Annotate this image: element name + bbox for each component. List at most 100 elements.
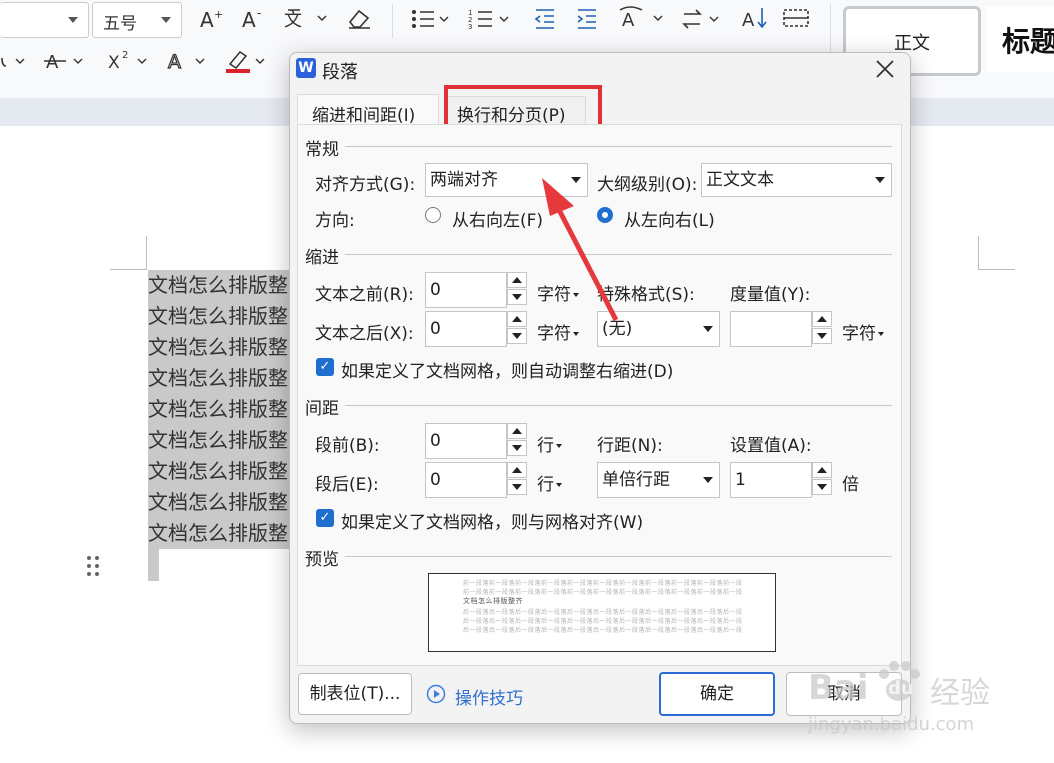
space-after-input[interactable]: 0 <box>425 462 507 498</box>
measure-input[interactable] <box>730 311 812 347</box>
document-line[interactable]: 文档怎么排版整齐 <box>148 394 289 425</box>
style-heading-label: 标题 <box>1002 25 1054 58</box>
indent-after-input[interactable]: 0 <box>425 311 507 347</box>
decrease-indent-icon[interactable] <box>532 6 558 32</box>
tab-indent-spacing-label: 缩进和间距(I) <box>312 106 416 126</box>
indent-before-up[interactable] <box>507 272 527 288</box>
measure-up[interactable] <box>812 311 832 327</box>
indent-after-down[interactable] <box>507 328 527 344</box>
line-spacing-icon[interactable] <box>680 6 722 32</box>
rtl-radio[interactable] <box>425 207 441 223</box>
indent-before-input[interactable]: 0 <box>425 272 507 308</box>
font-size-combo[interactable]: 五号 <box>92 2 182 38</box>
space-after-up[interactable] <box>507 462 527 478</box>
underline-dropdown-icon[interactable] <box>0 48 30 74</box>
measure-label: 度量值(Y): <box>730 285 811 305</box>
sort-icon[interactable]: A <box>742 4 770 32</box>
set-value-unit: 倍 <box>842 475 859 495</box>
spin-down-icon <box>512 484 522 490</box>
watermark-url: jingyan.baidu.com <box>808 714 975 735</box>
font-shrink-icon[interactable]: A- <box>240 6 266 32</box>
auto-adjust-checkbox[interactable]: ✓ <box>316 358 334 376</box>
spin-up-icon <box>512 428 522 434</box>
spin-down-icon <box>817 484 827 490</box>
outline-select[interactable]: 正文文本 <box>701 163 892 197</box>
phonetic-guide-icon[interactable]: 文 <box>284 4 328 32</box>
text-direction-icon[interactable]: A <box>618 4 664 32</box>
bullet-list-icon[interactable] <box>410 6 450 32</box>
app-logo-icon: W <box>296 58 316 78</box>
clear-format-icon[interactable] <box>346 6 372 30</box>
indent-before-down[interactable] <box>507 289 527 305</box>
set-value-up[interactable] <box>812 462 832 478</box>
svg-text:A: A <box>742 10 755 31</box>
document-body: 文档怎么排版整齐 文档怎么排版整齐 文档怎么排版整齐 文档怎么排版整齐 文档怎么… <box>148 270 289 581</box>
increase-indent-icon[interactable] <box>574 6 600 32</box>
document-line[interactable]: 文档怎么排版整齐 <box>148 456 289 487</box>
ok-button[interactable]: 确定 <box>659 672 775 716</box>
play-circle-icon[interactable] <box>426 684 446 704</box>
svg-text:A: A <box>200 8 214 32</box>
tabs-button[interactable]: 制表位(T)... <box>298 673 412 715</box>
document-line[interactable]: 文档怎么排版整齐 <box>148 363 289 394</box>
watermark-brand-du: du <box>888 678 914 699</box>
spin-up-icon <box>817 467 827 473</box>
section-spacing: 间距 <box>305 394 345 419</box>
indent-after-up[interactable] <box>507 311 527 327</box>
measure-unit[interactable]: 字符 <box>842 319 884 344</box>
spin-down-icon <box>512 445 522 451</box>
chevron-down-icon <box>875 177 885 183</box>
svg-text:A: A <box>46 52 59 73</box>
text-effect-icon[interactable]: A <box>166 46 210 76</box>
space-before-down[interactable] <box>507 440 527 456</box>
close-icon[interactable] <box>874 58 896 80</box>
document-line[interactable]: 文档怎么排版整齐 <box>148 270 289 301</box>
font-name-combo[interactable] <box>0 2 89 38</box>
space-after-down[interactable] <box>507 479 527 495</box>
superscript-icon[interactable]: X2 <box>106 46 152 76</box>
set-value-input[interactable]: 1 <box>730 462 812 498</box>
show-marks-icon[interactable] <box>782 6 810 30</box>
highlight-color-icon[interactable] <box>226 46 270 76</box>
snap-grid-checkbox[interactable]: ✓ <box>316 509 334 527</box>
preview-before-line: 前一段落前一段落前一段落前一段落前一段落前一段落前一段落前一段落前一段落前一段落… <box>463 580 743 587</box>
indent-before-value: 0 <box>430 280 441 300</box>
set-value-down[interactable] <box>812 479 832 495</box>
space-after-unit[interactable]: 行 <box>537 470 562 495</box>
line-spacing-select[interactable]: 单倍行距 <box>597 462 720 498</box>
snap-grid-label[interactable]: 如果定义了文档网格，则与网格对齐(W) <box>341 508 643 533</box>
document-line[interactable]: 文档怎么排版整齐 <box>148 301 289 332</box>
document-line[interactable]: 文档怎么排版整齐 <box>148 425 289 456</box>
spin-up-icon <box>512 316 522 322</box>
indent-after-label: 文本之后(X): <box>315 324 414 344</box>
drag-handle-icon[interactable] <box>86 555 100 577</box>
ltr-label[interactable]: 从左向右(L) <box>624 206 715 231</box>
auto-adjust-label[interactable]: 如果定义了文档网格，则自动调整右缩进(D) <box>341 357 673 382</box>
document-line[interactable]: 文档怎么排版整齐 <box>148 518 289 549</box>
document-line[interactable]: 文档怎么排版整齐 <box>148 487 289 518</box>
space-before-up[interactable] <box>507 423 527 439</box>
spin-up-icon <box>512 467 522 473</box>
dialog-title: 段落 <box>322 62 358 83</box>
tab-indent-spacing[interactable]: 缩进和间距(I) <box>297 94 439 127</box>
document-line[interactable]: 文档怎么排版整齐 <box>148 332 289 363</box>
preview-after-line: 后一段落后一段落后一段落后一段落后一段落后一段落后一段落后一段落后一段落后一段落… <box>463 609 743 616</box>
page-margin-corner <box>110 236 147 270</box>
tips-link[interactable]: 操作技巧 <box>455 684 523 709</box>
svg-text:3: 3 <box>468 23 472 31</box>
strikethrough-icon[interactable]: A <box>44 46 88 76</box>
measure-down[interactable] <box>812 328 832 344</box>
font-grow-icon[interactable]: A + <box>198 6 224 32</box>
chevron-down-icon <box>68 17 78 23</box>
space-before-unit[interactable]: 行 <box>537 431 562 456</box>
preview-before-line: 前一段落前一段落前一段落前一段落前一段落前一段落前一段落前一段落前一段落前一段落… <box>463 589 743 596</box>
numbered-list-icon[interactable]: 123 <box>468 6 510 32</box>
svg-text:A: A <box>622 10 635 31</box>
app-badge-text: W <box>298 60 314 76</box>
style-heading[interactable]: 标题 <box>986 6 1054 72</box>
svg-text:文: 文 <box>284 10 302 31</box>
space-before-input[interactable]: 0 <box>425 423 507 459</box>
svg-text:A: A <box>242 8 256 32</box>
spin-down-icon <box>512 333 522 339</box>
set-value-value: 1 <box>735 470 746 490</box>
